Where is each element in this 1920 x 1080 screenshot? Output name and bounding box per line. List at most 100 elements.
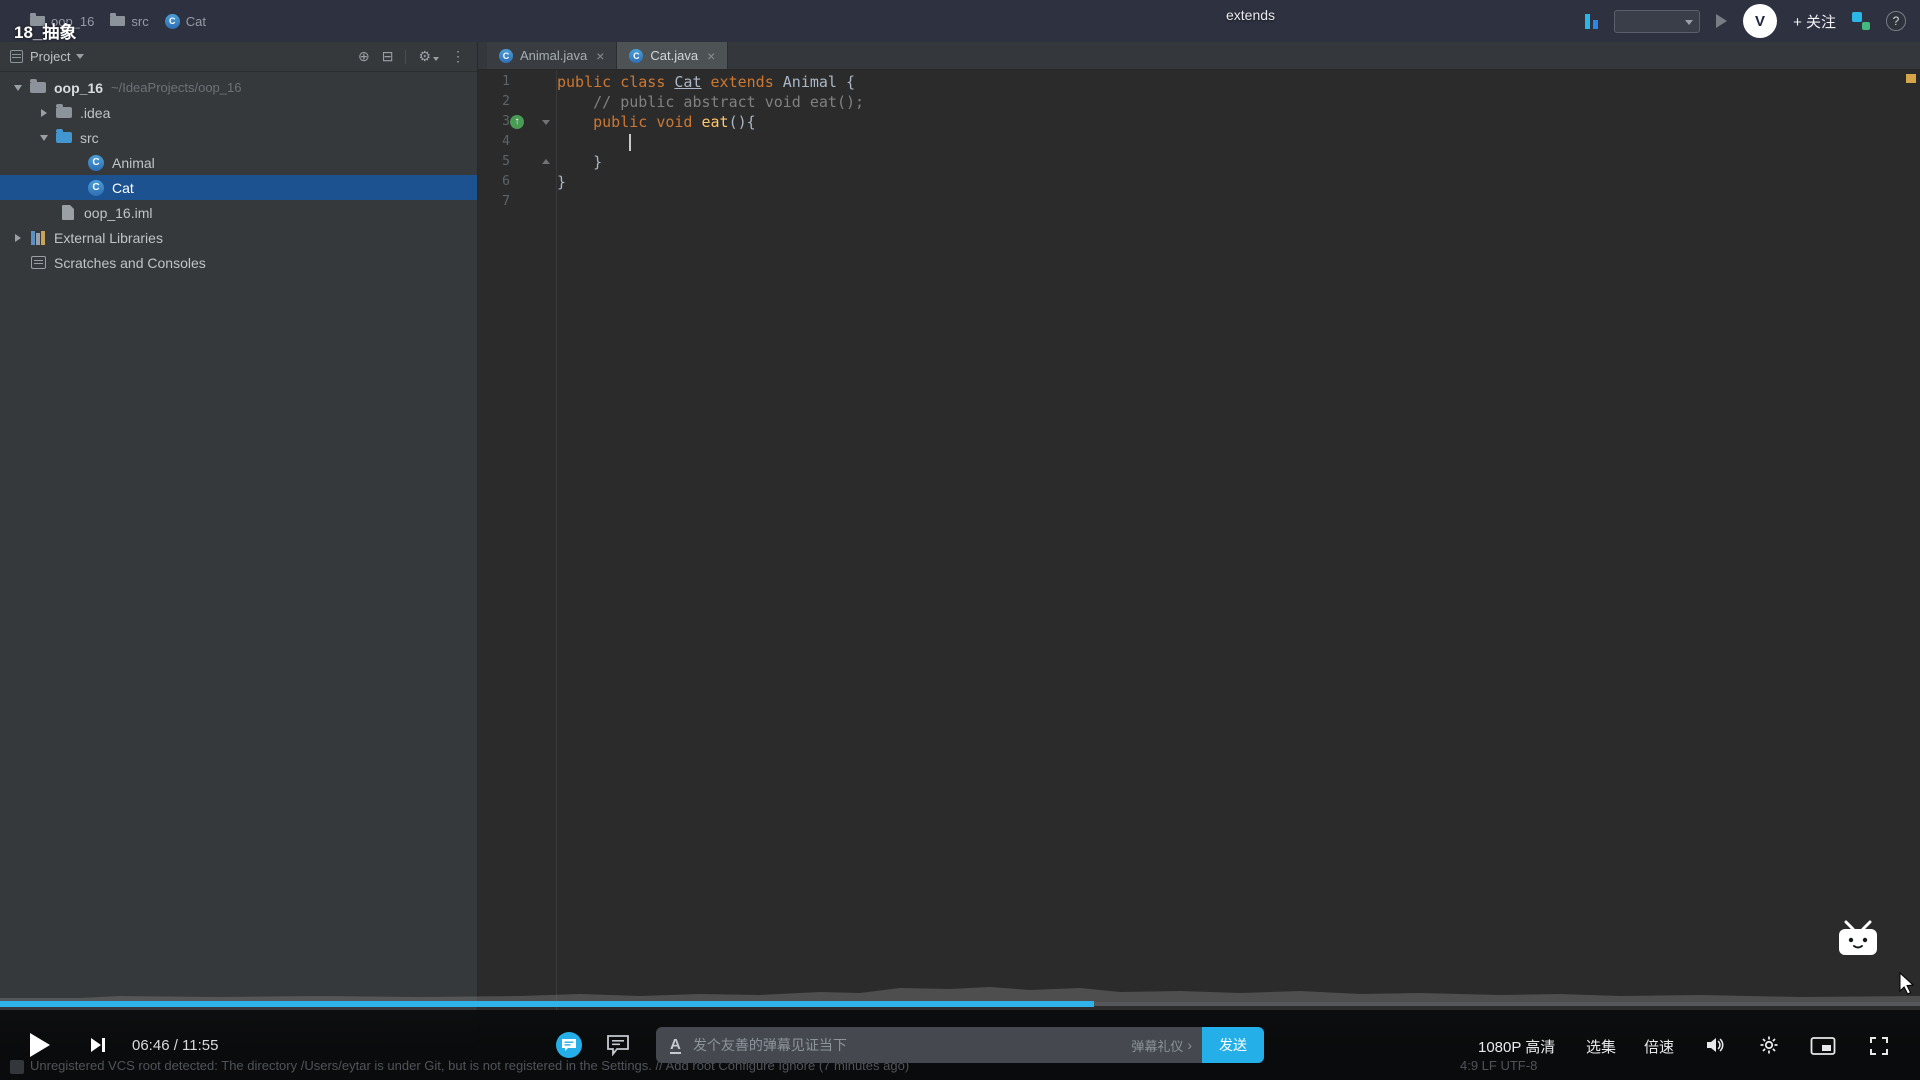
tree-item-src[interactable]: src: [0, 125, 477, 150]
stats-icon[interactable]: [1585, 13, 1599, 29]
chevron-right-icon[interactable]: [41, 108, 47, 117]
follow-button[interactable]: + 关注: [1793, 11, 1836, 32]
tree-item-external-libraries[interactable]: External Libraries: [0, 225, 477, 250]
breadcrumb-leaf[interactable]: C Cat: [164, 13, 206, 29]
line-number: 3: [502, 114, 510, 129]
project-toolbar-actions: ⊕ ⊟ ⚙ ⋮: [358, 48, 465, 65]
class-icon: C: [499, 48, 513, 63]
player-settings-gear-icon[interactable]: [1758, 1034, 1780, 1061]
fullscreen-icon[interactable]: [1868, 1035, 1890, 1062]
chevron-down-icon[interactable]: [76, 54, 85, 59]
override-method-icon[interactable]: ↑: [510, 115, 524, 129]
apps-grid-icon[interactable]: [1852, 12, 1870, 30]
settings-gear-icon[interactable]: ⚙: [418, 48, 439, 65]
breadcrumb-src-label: src: [131, 13, 149, 29]
danmaku-settings-icon[interactable]: [606, 1034, 630, 1061]
project-panel: Project ⊕ ⊟ ⚙ ⋮ oop_16 ~/IdeaProjects/oo…: [0, 42, 478, 1080]
code-line-2: // public abstract void eat();: [557, 93, 865, 111]
tv-mode-icon[interactable]: [1836, 920, 1880, 965]
code-line-6: }: [557, 173, 567, 191]
danmaku-toggle-icon[interactable]: [556, 1032, 582, 1058]
status-bar-icon: [10, 1060, 24, 1074]
code-token: (){: [728, 113, 756, 131]
speed-button[interactable]: 倍速: [1644, 1036, 1674, 1057]
tool-window-icon: [10, 50, 23, 63]
fold-marker-icon[interactable]: [542, 120, 550, 125]
run-config-dropdown[interactable]: [1614, 9, 1701, 33]
line-number: 4: [502, 134, 510, 149]
chevron-down-icon[interactable]: [40, 134, 48, 141]
locate-icon[interactable]: ⊕: [358, 48, 370, 65]
code-line-3: public void eat(){: [557, 112, 1900, 132]
close-icon[interactable]: ×: [596, 48, 604, 64]
quality-button[interactable]: 1080P 高清: [1478, 1036, 1555, 1057]
code-line-5: }: [557, 153, 603, 171]
ide-titlebar: oop_16 src C Cat extends V + 关注 ?: [0, 0, 1920, 42]
project-path: ~/IdeaProjects/oop_16: [111, 80, 242, 95]
play-button[interactable]: [30, 1033, 50, 1057]
time-display: 06:46 / 11:55: [132, 1037, 219, 1054]
code-area[interactable]: public class Cat extends Animal { // pub…: [557, 72, 1900, 212]
titlebar-right-cluster: V + 关注 ?: [1585, 0, 1906, 42]
tab-cat-java[interactable]: C Cat.java ×: [617, 42, 729, 69]
danmaku-font-icon[interactable]: A: [670, 1037, 681, 1054]
code-token: public void: [557, 113, 702, 131]
scratches-icon: [30, 256, 46, 269]
chevron-down-icon[interactable]: [14, 84, 22, 91]
danmaku-input[interactable]: [680, 1037, 1132, 1053]
file-icon: [62, 205, 74, 220]
next-episode-button[interactable]: [88, 1035, 108, 1060]
editor-area: C Animal.java × C Cat.java × 1 2 3 4 5 6…: [478, 42, 1920, 1080]
gutter-divider: [556, 70, 557, 1080]
folder-icon: [30, 79, 46, 93]
tab-animal-java[interactable]: C Animal.java ×: [487, 42, 618, 69]
chevron-right-icon[interactable]: [15, 233, 21, 242]
error-stripe-marker[interactable]: [1906, 74, 1916, 83]
chevron-down-icon: [1685, 19, 1694, 25]
line-number: 7: [502, 194, 510, 209]
tree-item-animal[interactable]: C Animal: [0, 150, 477, 175]
danmaku-input-container: A 弹幕礼仪 › 发送: [656, 1027, 1264, 1063]
danmaku-etiquette-link[interactable]: 弹幕礼仪: [1131, 1036, 1183, 1055]
chevron-right-icon: ›: [1187, 1037, 1192, 1053]
help-icon[interactable]: ?: [1886, 11, 1906, 31]
code-token: extends: [710, 73, 774, 91]
volume-icon[interactable]: [1704, 1034, 1726, 1061]
tree-item-scratches[interactable]: Scratches and Consoles: [0, 250, 477, 275]
more-options-icon[interactable]: ⋮: [451, 48, 465, 65]
avatar[interactable]: V: [1743, 4, 1778, 38]
library-icon: [31, 230, 45, 245]
tree-item-oop16[interactable]: oop_16 ~/IdeaProjects/oop_16: [0, 75, 477, 100]
code-token: Animal {: [773, 73, 856, 91]
breadcrumb-src[interactable]: src: [110, 13, 149, 29]
episodes-button[interactable]: 选集: [1586, 1036, 1616, 1057]
video-player-screen: oop_16 src C Cat extends V + 关注 ? 18_抽象: [0, 0, 1920, 1080]
picture-in-picture-icon[interactable]: [1810, 1035, 1836, 1062]
run-icon[interactable]: [1716, 14, 1728, 28]
tree-item-cat[interactable]: C Cat: [0, 175, 477, 200]
breadcrumb-leaf-label: Cat: [185, 13, 206, 29]
fold-marker-icon[interactable]: [542, 159, 550, 164]
player-controls: Unregistered VCS root detected: The dire…: [0, 1010, 1920, 1080]
video-title-overlay: 18_抽象: [14, 23, 77, 42]
send-danmaku-button[interactable]: 发送: [1202, 1027, 1264, 1063]
folder-icon: [110, 13, 126, 26]
close-icon[interactable]: ×: [707, 48, 715, 64]
tree-item-iml[interactable]: oop_16.iml: [0, 200, 477, 225]
source-folder-icon: [56, 129, 72, 143]
line-number: 1: [502, 74, 510, 89]
seek-bar[interactable]: [0, 984, 1920, 1010]
mouse-cursor: [1898, 971, 1916, 1001]
editor-gutter: 1 2 3 4 5 6 7: [478, 72, 556, 212]
folder-icon: [56, 104, 72, 118]
class-icon: C: [88, 179, 104, 196]
project-panel-title[interactable]: Project: [30, 49, 70, 64]
text-caret: [629, 134, 631, 151]
collapse-all-icon[interactable]: ⊟: [382, 48, 394, 65]
project-tree: oop_16 ~/IdeaProjects/oop_16 .idea src C…: [0, 75, 477, 275]
tree-item-idea[interactable]: .idea: [0, 100, 477, 125]
editor-tabs: C Animal.java × C Cat.java ×: [478, 42, 1920, 70]
